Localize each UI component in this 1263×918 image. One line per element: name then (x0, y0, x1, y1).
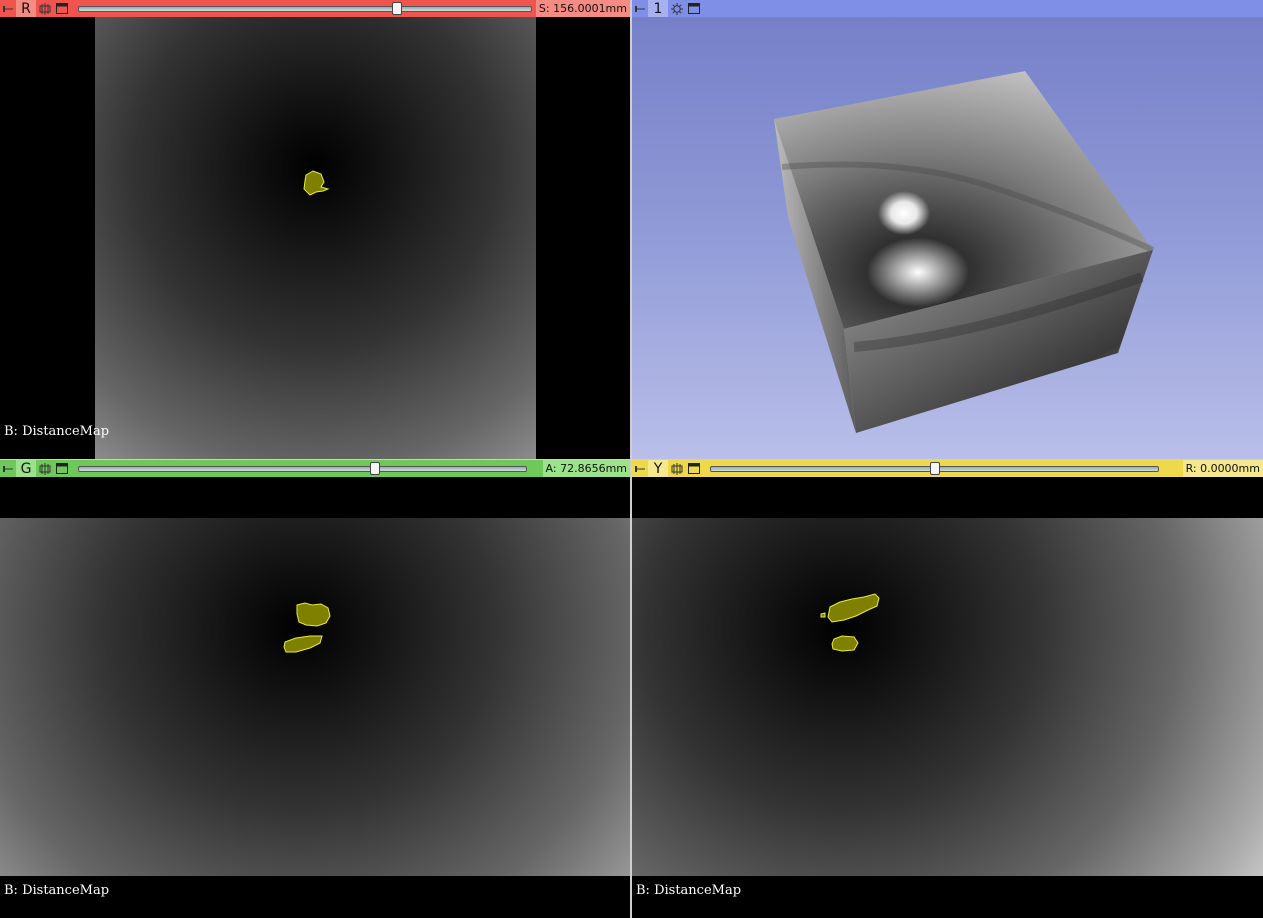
horizontal-divider[interactable] (0, 459, 1263, 460)
segment-island (283, 635, 323, 653)
layer-label: B: DistanceMap (4, 424, 110, 439)
layer-label: B: DistanceMap (4, 883, 110, 898)
link-icon[interactable] (36, 0, 53, 17)
segment-island (820, 612, 826, 618)
maximize-icon[interactable] (53, 460, 70, 477)
view-letter[interactable]: G (16, 460, 36, 477)
segment-island (296, 602, 331, 627)
slider-track (78, 6, 532, 12)
maximize-icon[interactable] (53, 0, 70, 17)
red-slice-view[interactable]: R S: 156.0001mm B: DistanceMap (0, 0, 630, 459)
link-icon[interactable] (36, 460, 53, 477)
segmentation-overlay (820, 593, 880, 652)
slice-offset-slider[interactable] (78, 460, 527, 477)
layer-label: B: DistanceMap (636, 883, 742, 898)
pin-icon[interactable] (0, 0, 16, 17)
link-icon[interactable] (668, 460, 685, 477)
green-slice-canvas[interactable]: B: DistanceMap (0, 477, 630, 918)
view-letter[interactable]: Y (648, 460, 668, 477)
maximize-icon[interactable] (685, 460, 702, 477)
yellow-slice-controller-bar: Y R: 0.0000mm (632, 460, 1263, 477)
segmentation-overlay (303, 170, 330, 196)
view-letter[interactable]: R (16, 0, 36, 17)
volume-rendering (774, 71, 1155, 433)
slider-thumb[interactable] (370, 462, 380, 475)
three-d-view[interactable]: 1 (632, 0, 1263, 459)
pin-icon[interactable] (632, 460, 648, 477)
maximize-icon[interactable] (685, 0, 702, 17)
view-number[interactable]: 1 (648, 0, 668, 17)
slider-thumb[interactable] (930, 462, 940, 475)
highlight (878, 191, 930, 235)
slice-offset-slider[interactable] (710, 460, 1159, 477)
segment-island (827, 593, 880, 623)
red-slice-controller-bar: R S: 156.0001mm (0, 0, 630, 17)
slider-thumb[interactable] (392, 2, 402, 15)
pin-icon[interactable] (0, 460, 16, 477)
green-slice-controller-bar: G A: 72.8656mm (0, 460, 630, 477)
slice-position-readout: R: 0.0000mm (1182, 460, 1263, 477)
slice-offset-slider[interactable] (78, 0, 532, 17)
segment-island (303, 170, 330, 196)
segment-island (831, 635, 859, 652)
yellow-slice-view[interactable]: Y R: 0.0000mm B: DistanceMap (632, 460, 1263, 918)
red-slice-canvas[interactable]: B: DistanceMap (0, 17, 630, 459)
slice-position-readout: A: 72.8656mm (542, 460, 630, 477)
pin-icon[interactable] (632, 0, 648, 17)
slice-position-readout: S: 156.0001mm (535, 0, 630, 17)
yellow-slice-canvas[interactable]: B: DistanceMap (632, 477, 1263, 918)
green-slice-view[interactable]: G A: 72.8656mm B: DistanceMap (0, 460, 630, 918)
gear-icon[interactable] (668, 0, 685, 17)
three-d-canvas[interactable] (632, 17, 1263, 459)
three-d-controller-bar: 1 (632, 0, 1263, 17)
segmentation-overlay (283, 602, 331, 653)
slider-track (78, 466, 527, 472)
